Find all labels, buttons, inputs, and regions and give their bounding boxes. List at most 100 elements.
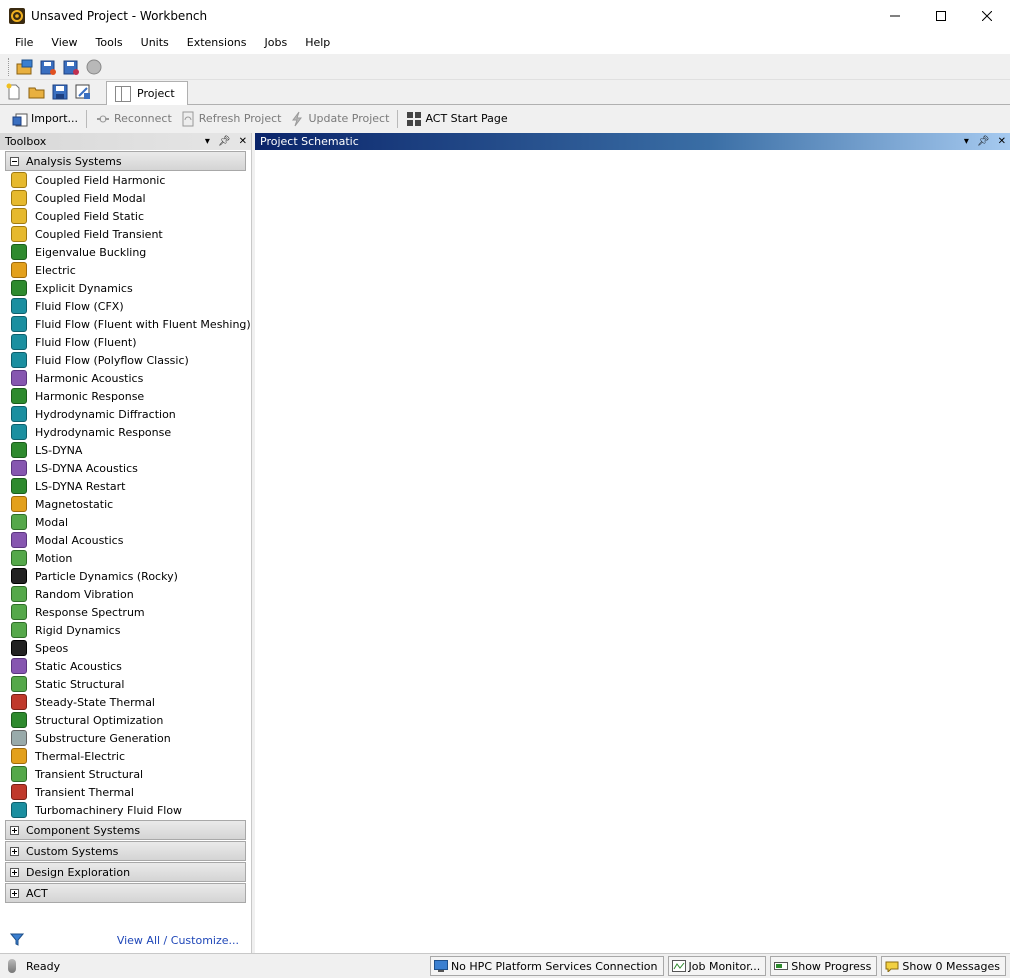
pin-icon[interactable]: 📌︎ xyxy=(218,136,231,147)
toolbox-item[interactable]: Explicit Dynamics xyxy=(5,279,246,297)
minimize-button[interactable] xyxy=(872,0,918,32)
menu-file[interactable]: File xyxy=(6,32,42,54)
toolbox-item[interactable]: Thermal-Electric xyxy=(5,747,246,765)
toolbox-item[interactable]: Hydrodynamic Diffraction xyxy=(5,405,246,423)
toolbar-grip[interactable] xyxy=(8,57,11,76)
rocky-icon xyxy=(11,568,27,584)
toolbox-item[interactable]: Transient Structural xyxy=(5,765,246,783)
toolbox-item[interactable]: Hydrodynamic Response xyxy=(5,423,246,441)
toolbox-item[interactable]: Particle Dynamics (Rocky) xyxy=(5,567,246,585)
coupled-field-icon xyxy=(11,190,27,206)
close-button[interactable] xyxy=(964,0,1010,32)
act-start-page-button[interactable]: ACT Start Page xyxy=(402,108,511,130)
toolbox-item[interactable]: Modal Acoustics xyxy=(5,531,246,549)
toolbox-item[interactable]: Turbomachinery Fluid Flow xyxy=(5,801,246,819)
tab-project[interactable]: Project xyxy=(106,81,188,105)
toolbox-item[interactable]: LS-DYNA Acoustics xyxy=(5,459,246,477)
menu-tools[interactable]: Tools xyxy=(87,32,132,54)
update-project-button[interactable]: Update Project xyxy=(285,108,393,130)
show-progress-button[interactable]: Show Progress xyxy=(770,956,878,976)
toolbox-item[interactable]: Harmonic Response xyxy=(5,387,246,405)
toolbox-item[interactable]: Response Spectrum xyxy=(5,603,246,621)
save-archive-icon[interactable] xyxy=(38,57,58,77)
toolbox-item-label: Speos xyxy=(35,641,69,655)
panel-dropdown-icon[interactable]: ▾ xyxy=(964,136,969,147)
lsdyna-icon xyxy=(11,442,27,458)
toolbox-item[interactable]: Coupled Field Static xyxy=(5,207,246,225)
toolbox-item-label: Electric xyxy=(35,263,76,277)
electric-icon xyxy=(11,262,27,278)
view-all-customize-link[interactable]: View All / Customize... xyxy=(117,934,239,947)
import-button[interactable]: Import... xyxy=(8,108,82,130)
hpc-connection-button[interactable]: No HPC Platform Services Connection xyxy=(429,956,664,976)
toolbox-item-label: Motion xyxy=(35,551,73,565)
grid-icon xyxy=(406,111,422,127)
group-act[interactable]: ACT xyxy=(5,883,246,903)
toolbox-item[interactable]: Static Acoustics xyxy=(5,657,246,675)
toolbox-item[interactable]: Transient Thermal xyxy=(5,783,246,801)
panel-close-icon[interactable]: ✕ xyxy=(239,136,247,147)
menu-help[interactable]: Help xyxy=(296,32,339,54)
job-monitor-button[interactable]: Job Monitor... xyxy=(667,956,767,976)
fluid-flow-icon xyxy=(11,298,27,314)
toolbox-item[interactable]: Rigid Dynamics xyxy=(5,621,246,639)
open-folder-icon[interactable] xyxy=(27,82,47,102)
refresh-project-button[interactable]: Refresh Project xyxy=(176,108,286,130)
toolbox-item[interactable]: Random Vibration xyxy=(5,585,246,603)
toolbox-item[interactable]: Motion xyxy=(5,549,246,567)
minimize-icon xyxy=(890,15,900,17)
toolbox-item-label: Coupled Field Harmonic xyxy=(35,173,166,187)
toolbox-item[interactable]: Coupled Field Transient xyxy=(5,225,246,243)
lightning-icon xyxy=(289,111,305,127)
toolbox-item[interactable]: Steady-State Thermal xyxy=(5,693,246,711)
menu-view[interactable]: View xyxy=(42,32,86,54)
toolbox-item[interactable]: Harmonic Acoustics xyxy=(5,369,246,387)
toolbox-item[interactable]: Fluid Flow (Fluent with Fluent Meshing) xyxy=(5,315,251,333)
toolbox-item-label: Hydrodynamic Response xyxy=(35,425,172,439)
toolbox-item[interactable]: Magnetostatic xyxy=(5,495,246,513)
menu-units[interactable]: Units xyxy=(132,32,178,54)
toolbox-item[interactable]: Structural Optimization xyxy=(5,711,246,729)
group-component-systems[interactable]: Component Systems xyxy=(5,820,246,840)
new-file-icon[interactable] xyxy=(4,82,24,102)
toolbox-item[interactable]: Eigenvalue Buckling xyxy=(5,243,246,261)
pin-icon[interactable]: 📌︎ xyxy=(977,136,990,147)
maximize-button[interactable] xyxy=(918,0,964,32)
thermal-icon xyxy=(11,694,27,710)
panel-close-icon[interactable]: ✕ xyxy=(998,136,1006,147)
archive-icon[interactable] xyxy=(61,57,81,77)
toolbox-item[interactable]: Static Structural xyxy=(5,675,246,693)
group-custom-systems[interactable]: Custom Systems xyxy=(5,841,246,861)
acoustics-icon xyxy=(11,370,27,386)
group-analysis-systems-label: Analysis Systems xyxy=(26,154,122,168)
toolbox-item[interactable]: Speos xyxy=(5,639,246,657)
coupled-field-icon xyxy=(11,208,27,224)
toolbox-item[interactable]: Electric xyxy=(5,261,246,279)
save-icon[interactable] xyxy=(50,82,70,102)
toolbox-item[interactable]: Substructure Generation xyxy=(5,729,246,747)
coupled-field-icon xyxy=(11,172,27,188)
toolbox-item[interactable]: LS-DYNA Restart xyxy=(5,477,246,495)
toolbox-item[interactable]: Coupled Field Modal xyxy=(5,189,246,207)
open-project-icon[interactable] xyxy=(15,57,35,77)
tab-project-label: Project xyxy=(137,87,175,100)
menu-jobs[interactable]: Jobs xyxy=(256,32,297,54)
menu-extensions[interactable]: Extensions xyxy=(178,32,256,54)
toolbox-item[interactable]: Coupled Field Harmonic xyxy=(5,171,246,189)
toolbox-item-label: LS-DYNA xyxy=(35,443,83,457)
project-schematic-panel[interactable]: Project Schematic ▾ 📌︎ ✕ xyxy=(255,133,1010,953)
toolbox-item[interactable]: Fluid Flow (CFX) xyxy=(5,297,246,315)
explicit-icon xyxy=(11,280,27,296)
show-messages-button[interactable]: Show 0 Messages xyxy=(881,956,1006,976)
reconnect-button[interactable]: Reconnect xyxy=(91,108,176,130)
globe-icon[interactable] xyxy=(84,57,104,77)
panel-dropdown-icon[interactable]: ▾ xyxy=(205,136,210,147)
toolbox-item[interactable]: Modal xyxy=(5,513,246,531)
toolbox-item[interactable]: Fluid Flow (Fluent) xyxy=(5,333,246,351)
toolbox-item[interactable]: LS-DYNA xyxy=(5,441,246,459)
toolbox-item[interactable]: Fluid Flow (Polyflow Classic) xyxy=(5,351,246,369)
group-analysis-systems[interactable]: Analysis Systems xyxy=(5,151,246,171)
save-as-icon[interactable] xyxy=(73,82,93,102)
filter-icon[interactable] xyxy=(9,932,25,949)
group-design-exploration[interactable]: Design Exploration xyxy=(5,862,246,882)
